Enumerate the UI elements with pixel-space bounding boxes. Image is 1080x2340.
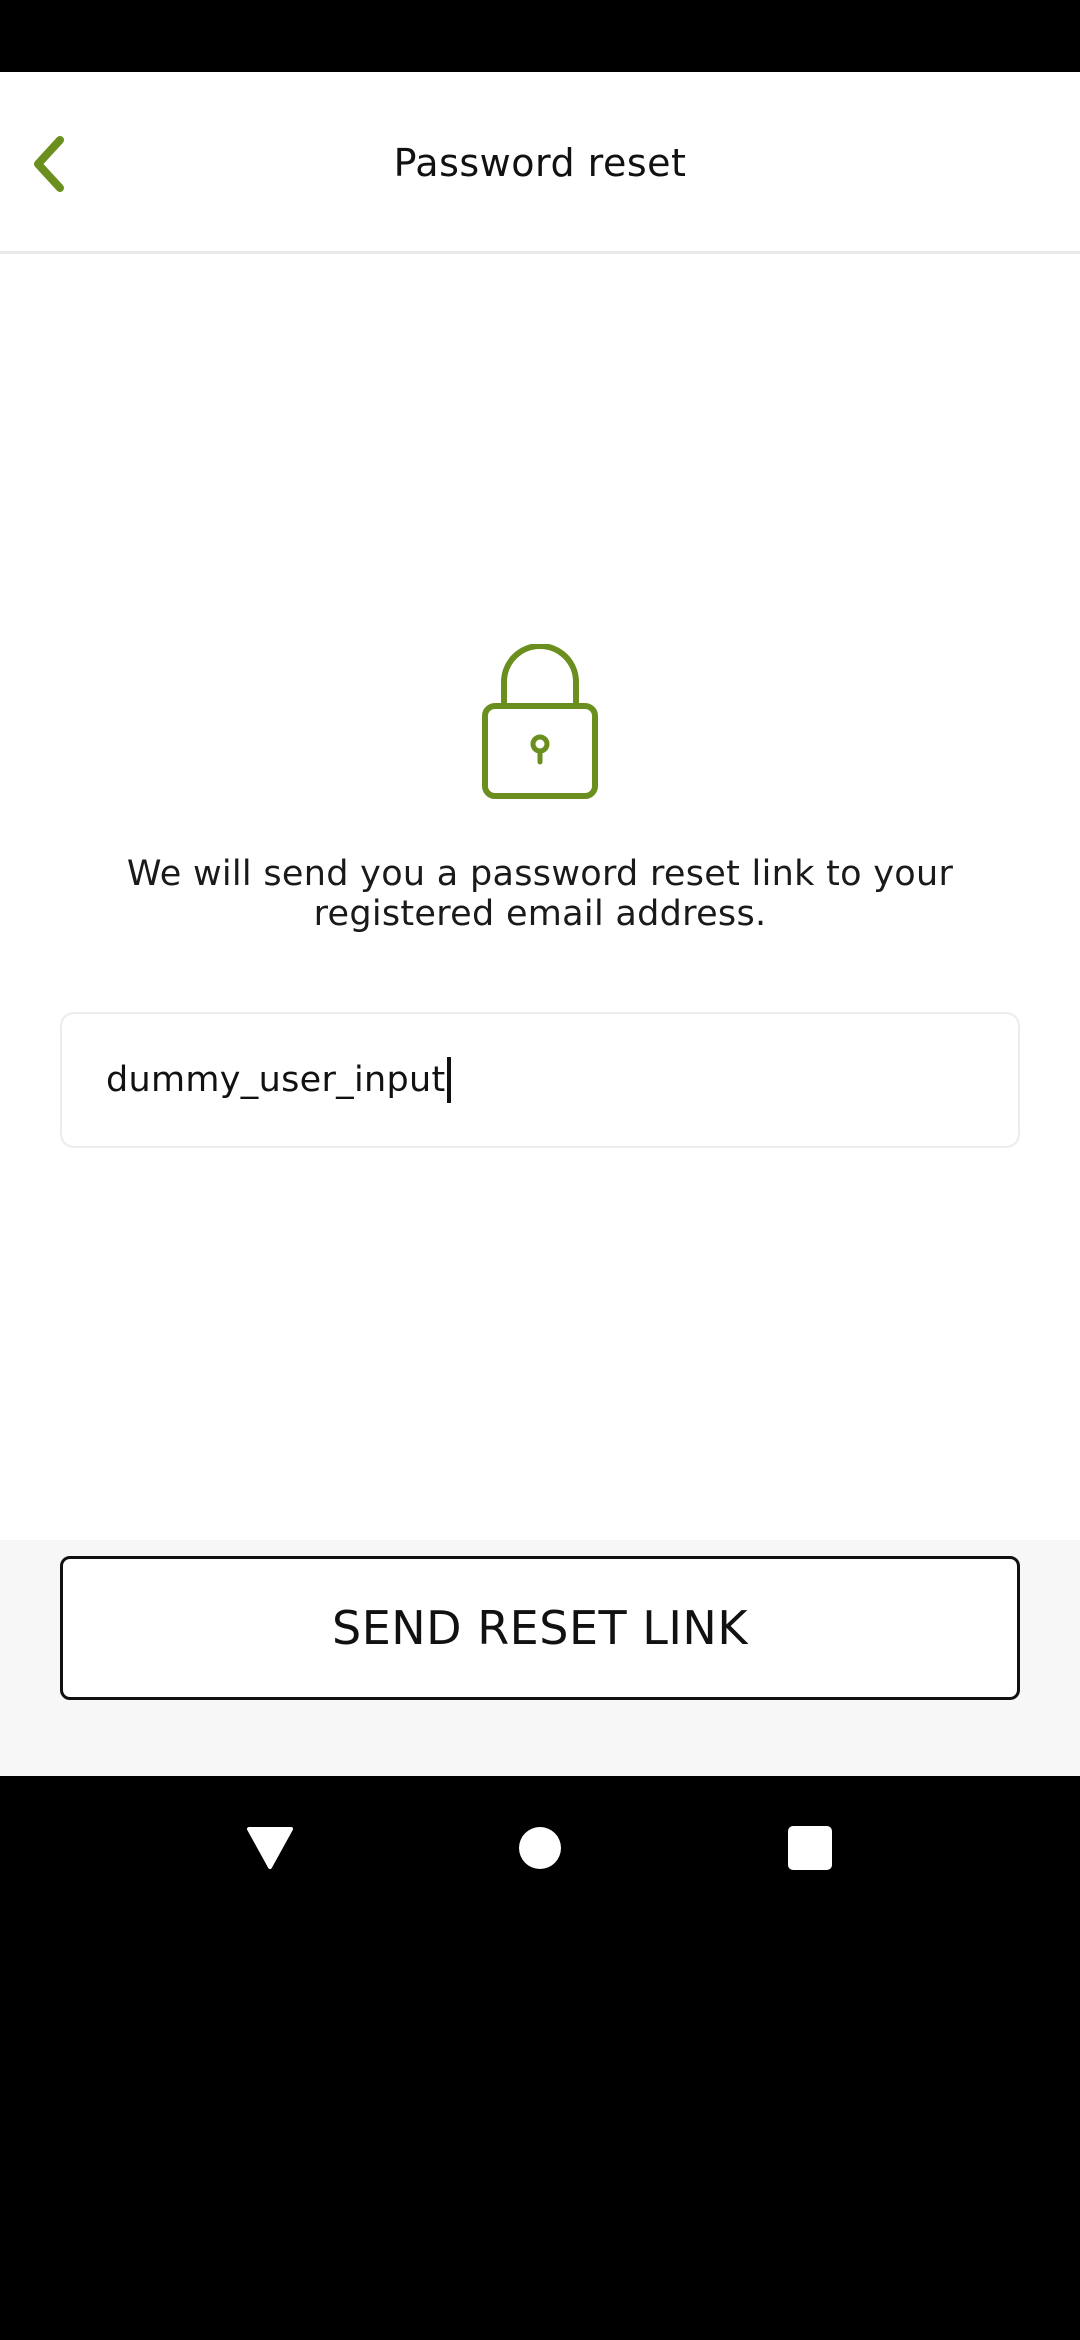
instruction-text: We will send you a password reset link t… bbox=[126, 854, 954, 934]
square-recents-icon bbox=[788, 1826, 832, 1870]
text-cursor bbox=[447, 1057, 452, 1103]
status-bar bbox=[0, 0, 1080, 72]
circle-home-icon bbox=[519, 1827, 561, 1869]
nav-home-button[interactable] bbox=[512, 1820, 568, 1876]
page-title: Password reset bbox=[393, 141, 687, 185]
email-field[interactable]: dummy_user_input bbox=[60, 1012, 1020, 1148]
footer-area: SEND RESET LINK bbox=[0, 1540, 1080, 1776]
nav-back-button[interactable] bbox=[242, 1820, 298, 1876]
triangle-back-icon bbox=[247, 1827, 293, 1869]
email-field-value: dummy_user_input bbox=[106, 1060, 446, 1100]
password-reset-screen: Password reset We will send you a passwo… bbox=[0, 72, 1080, 1776]
send-reset-link-button[interactable]: SEND RESET LINK bbox=[60, 1556, 1020, 1700]
app-header: Password reset bbox=[0, 72, 1080, 254]
chevron-left-icon bbox=[34, 136, 64, 192]
lock-icon bbox=[482, 644, 598, 799]
back-button[interactable] bbox=[14, 128, 86, 200]
system-navigation-bar bbox=[0, 1776, 1080, 1920]
nav-recents-button[interactable] bbox=[782, 1820, 838, 1876]
